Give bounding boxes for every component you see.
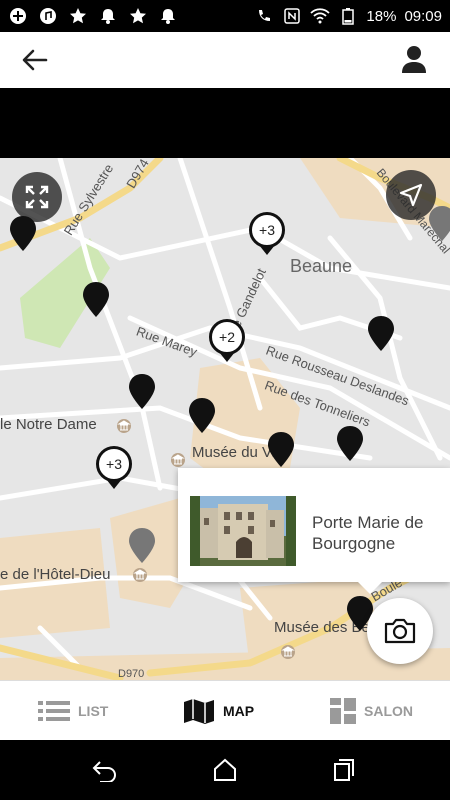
profile-button[interactable]	[400, 44, 428, 74]
system-status: 18% 09:09	[254, 6, 442, 26]
nav-recents-button[interactable]	[332, 758, 358, 782]
cluster-marker[interactable]: +3	[249, 212, 285, 248]
back-button[interactable]	[20, 46, 50, 74]
place-label: Beaune	[290, 256, 353, 276]
camera-icon	[384, 618, 416, 644]
place-popup[interactable]: Porte Marie de Bourgogne	[178, 468, 450, 594]
add-icon	[8, 6, 28, 26]
nfc-icon	[282, 6, 302, 26]
map-pin[interactable]	[188, 396, 216, 436]
home-icon	[214, 758, 236, 781]
poi-label: le Notre Dame	[0, 416, 97, 433]
popup-title: Porte Marie de Bourgogne	[312, 513, 424, 553]
museum-icon	[280, 644, 296, 665]
cluster-marker[interactable]: +2	[209, 319, 245, 355]
nav-back-button[interactable]	[92, 758, 118, 783]
wifi-icon	[310, 6, 331, 26]
map-pin[interactable]	[128, 526, 156, 566]
notification-icons	[8, 6, 178, 26]
fullscreen-icon	[25, 185, 49, 209]
user-icon	[402, 46, 426, 73]
map-pin[interactable]	[9, 214, 37, 254]
clock: 09:09	[404, 7, 442, 25]
map-pin[interactable]	[128, 372, 156, 412]
tab-map-label: MAP	[223, 703, 255, 719]
arrow-left-icon	[22, 49, 48, 71]
bell-icon	[98, 6, 118, 26]
navigation-arrow-icon	[399, 183, 423, 207]
back-icon	[92, 761, 116, 783]
tab-salon[interactable]: SALON	[330, 681, 413, 741]
map-pin[interactable]	[428, 204, 450, 244]
cluster-marker[interactable]: +3	[96, 446, 132, 482]
camera-button[interactable]	[367, 598, 433, 664]
tab-list[interactable]: LIST	[38, 681, 108, 741]
bottom-tabs: LIST MAP SALON	[0, 680, 450, 741]
map-pin[interactable]	[367, 314, 395, 354]
map-view[interactable]: D974 Rue Sylvestre Rue Gandelot Rue Mare…	[0, 158, 450, 680]
status-bar: 18% 09:09	[0, 0, 450, 32]
list-icon	[38, 701, 70, 721]
map-pin[interactable]	[336, 424, 364, 464]
map-icon	[184, 699, 214, 724]
star-icon	[68, 6, 88, 26]
bell-icon	[158, 6, 178, 26]
banner-area	[0, 88, 450, 158]
tab-list-label: LIST	[78, 703, 109, 719]
battery-icon	[338, 6, 358, 26]
recents-icon	[334, 759, 354, 781]
museum-icon	[116, 418, 132, 439]
map-pin[interactable]	[267, 430, 295, 470]
map-pin[interactable]	[82, 280, 110, 320]
museum-icon	[132, 567, 148, 588]
nav-home-button[interactable]	[212, 758, 238, 782]
poi-label: e de l'Hôtel-Dieu	[0, 566, 111, 583]
road-label: D970	[118, 668, 145, 680]
music-icon	[38, 6, 58, 26]
place-thumbnail	[190, 496, 296, 566]
system-nav-bar	[0, 740, 450, 800]
salon-icon	[330, 698, 356, 724]
star-icon	[128, 6, 148, 26]
battery-percent: 18%	[366, 7, 397, 25]
tab-map[interactable]: MAP	[183, 681, 254, 741]
tab-salon-label: SALON	[364, 703, 413, 719]
phone-icon	[254, 6, 274, 26]
app-bar	[0, 32, 450, 88]
